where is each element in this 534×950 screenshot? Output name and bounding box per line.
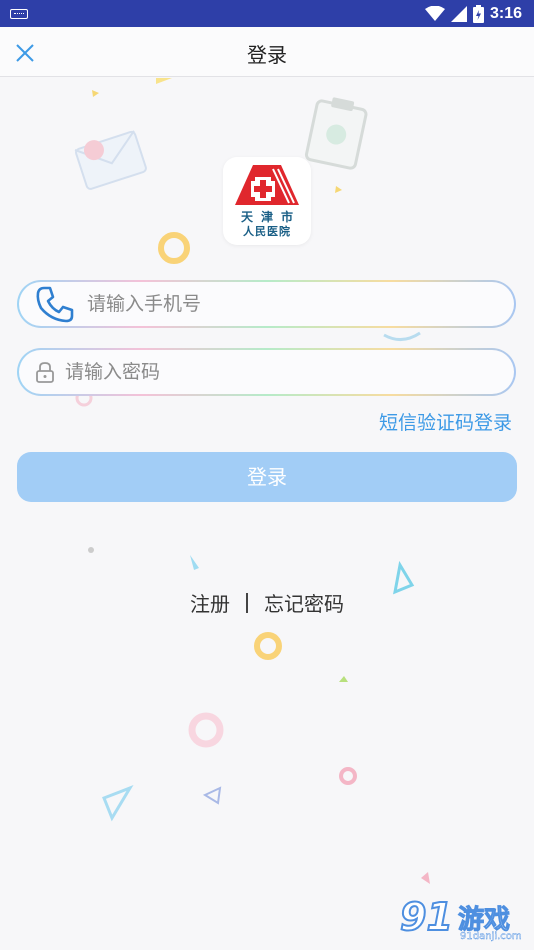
hospital-logo: 天津市 人民医院	[223, 157, 311, 245]
signal-icon	[450, 5, 467, 22]
lock-icon	[36, 362, 54, 383]
top-bar: 登录	[0, 27, 534, 77]
wifi-icon	[424, 5, 445, 21]
site-watermark: 91 游戏 91danji.com	[399, 894, 530, 947]
forgot-password-link[interactable]: 忘记密码	[264, 588, 344, 617]
status-bar: 3:16	[0, 0, 534, 27]
sms-code-login-link[interactable]: 短信验证码登录	[379, 408, 512, 435]
phone-input[interactable]	[87, 293, 514, 315]
page-title: 登录	[247, 43, 287, 67]
red-cross-icon	[235, 165, 299, 205]
status-time: 3:16	[489, 4, 522, 22]
watermark-url: 91danji.com	[460, 931, 522, 942]
password-input[interactable]	[65, 361, 514, 383]
phone-field[interactable]	[17, 280, 516, 328]
logo-text-hospital: 人民医院	[243, 225, 291, 238]
phone-icon	[36, 286, 74, 323]
status-icons: 3:16	[424, 4, 522, 23]
keyboard-icon	[10, 8, 28, 19]
watermark-number: 91	[399, 894, 454, 940]
login-button[interactable]: 登录	[17, 452, 517, 502]
password-field[interactable]	[17, 348, 516, 396]
register-link[interactable]: 注册	[190, 588, 230, 617]
battery-icon	[472, 4, 484, 23]
link-divider	[246, 592, 248, 613]
footer-links: 注册 忘记密码	[0, 588, 534, 617]
